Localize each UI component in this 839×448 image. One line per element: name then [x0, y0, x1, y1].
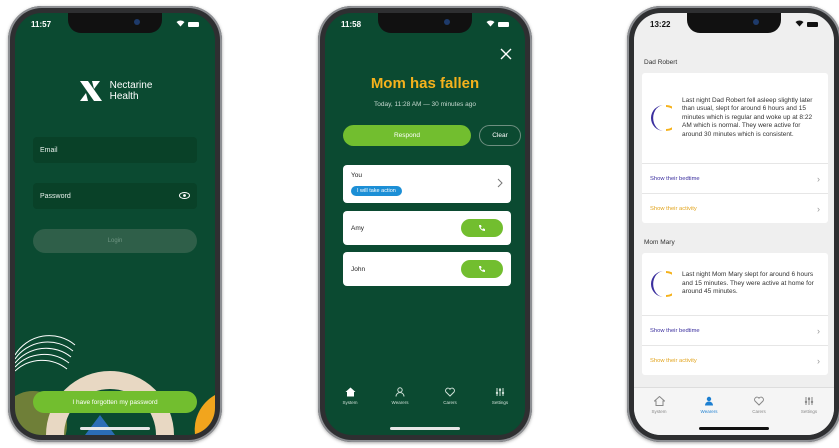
battery-icon: [188, 21, 199, 27]
app-logo: Nectarine Health: [15, 79, 215, 103]
sliders-icon: [804, 397, 814, 405]
wifi-icon: [176, 19, 185, 29]
chevron-right-icon: [497, 175, 503, 193]
show-bedtime-link[interactable]: Show their bedtime ›: [642, 315, 828, 345]
chevron-right-icon: ›: [817, 173, 820, 184]
logo-line-2: Health: [109, 91, 139, 102]
wifi-icon: [795, 19, 804, 29]
wearer-panel: Last night Mom Mary slept for around 6 h…: [642, 253, 828, 375]
heart-icon: [754, 396, 764, 406]
sliders-icon: [495, 388, 505, 396]
home-indicator: [390, 427, 460, 430]
login-screen: 11:57 Nectarine Health Email Password Lo…: [15, 13, 215, 435]
tab-system[interactable]: System: [332, 387, 368, 435]
respond-label: Respond: [393, 132, 421, 139]
alert-subtitle: Today, 11:28 AM — 30 minutes ago: [373, 101, 476, 108]
sleep-summary: Last night Mom Mary slept for around 6 h…: [642, 253, 828, 315]
tab-system[interactable]: System: [641, 396, 677, 435]
action-tag: I will take action: [351, 185, 402, 196]
battery-icon: [807, 21, 818, 27]
phone-alert: 11:58 Mom has fallen Today, 11:28 AM — 3…: [318, 6, 532, 442]
phone-login: 11:57 Nectarine Health Email Password Lo…: [8, 6, 222, 442]
respond-button[interactable]: Respond: [343, 125, 471, 146]
battery-icon: [498, 21, 509, 27]
chevron-right-icon: ›: [817, 355, 820, 366]
show-activity-link[interactable]: Show their activity ›: [642, 193, 828, 223]
contact-card-john: John: [343, 252, 511, 286]
decorative-shapes: [15, 335, 215, 435]
notch: [68, 13, 162, 33]
heart-icon: [445, 387, 455, 397]
tab-label: Carers: [443, 400, 457, 405]
home-indicator: [699, 427, 769, 430]
tab-settings[interactable]: Settings: [482, 387, 518, 435]
status-time: 13:22: [650, 19, 671, 29]
tab-label: Wearers: [700, 409, 718, 414]
call-button[interactable]: [461, 260, 503, 278]
phone-icon: [479, 266, 485, 272]
summary-text: Last night Dad Robert fell asleep slight…: [682, 96, 813, 138]
forgot-password-label: I have forgotten my password: [72, 398, 158, 406]
home-icon: [653, 396, 665, 406]
person-icon: [705, 396, 713, 406]
bedtime-link-label: Show their bedtime: [650, 327, 700, 334]
email-label: Email: [40, 146, 58, 154]
summary-text: Last night Mom Mary slept for around 6 h…: [682, 271, 814, 296]
status-time: 11:58: [341, 19, 362, 29]
bedtime-link-label: Show their bedtime: [650, 175, 700, 182]
contact-name: Amy: [351, 224, 364, 232]
chevron-right-icon: ›: [817, 325, 820, 336]
wearer-panel: Last night Dad Robert fell asleep slight…: [642, 73, 828, 223]
login-button[interactable]: Login: [33, 229, 197, 253]
notch: [378, 13, 472, 33]
you-card[interactable]: You I will take action: [343, 165, 511, 203]
section-header: Mom Mary: [644, 239, 675, 246]
status-time: 11:57: [31, 19, 52, 29]
contact-name: John: [351, 265, 366, 273]
show-bedtime-link[interactable]: Show their bedtime ›: [642, 163, 828, 193]
close-icon[interactable]: [499, 47, 513, 61]
tab-settings[interactable]: Settings: [791, 396, 827, 435]
alert-screen: 11:58 Mom has fallen Today, 11:28 AM — 3…: [325, 13, 525, 435]
nectarine-logo-icon: [79, 81, 102, 101]
phone-wearers: 13:22 Dad Robert Last night Dad Robert f…: [627, 6, 839, 442]
eye-icon[interactable]: [179, 191, 190, 201]
password-label: Password: [40, 192, 71, 200]
home-indicator: [80, 427, 150, 430]
forgot-password-button[interactable]: I have forgotten my password: [33, 391, 197, 413]
tab-label: System: [342, 400, 358, 405]
person-icon: [395, 387, 405, 397]
login-button-label: Login: [107, 238, 123, 244]
chevron-right-icon: ›: [817, 203, 820, 214]
clear-label: Clear: [492, 132, 508, 139]
notch: [687, 13, 781, 33]
tab-label: Wearers: [391, 400, 409, 405]
contact-card-amy: Amy: [343, 211, 511, 245]
phone-icon: [479, 225, 485, 231]
tab-label: Settings: [800, 409, 818, 414]
activity-link-label: Show their activity: [650, 357, 697, 364]
tab-label: System: [651, 409, 667, 414]
moon-icon: [651, 105, 672, 131]
alert-title: Mom has fallen: [370, 75, 480, 92]
password-field[interactable]: Password: [33, 183, 197, 209]
home-icon: [345, 387, 355, 397]
you-label: You: [351, 171, 362, 179]
tab-label: Settings: [491, 400, 509, 405]
wifi-icon: [486, 19, 495, 29]
email-field[interactable]: Email: [33, 137, 197, 163]
moon-icon: [651, 271, 672, 297]
wearers-screen: 13:22 Dad Robert Last night Dad Robert f…: [634, 13, 834, 435]
sleep-summary: Last night Dad Robert fell asleep slight…: [642, 73, 828, 163]
activity-link-label: Show their activity: [650, 205, 697, 212]
show-activity-link[interactable]: Show their activity ›: [642, 345, 828, 375]
section-header: Dad Robert: [644, 59, 678, 66]
clear-button[interactable]: Clear: [479, 125, 521, 146]
logo-line-1: Nectarine: [109, 80, 153, 91]
call-button[interactable]: [461, 219, 503, 237]
tab-label: Carers: [752, 409, 766, 414]
